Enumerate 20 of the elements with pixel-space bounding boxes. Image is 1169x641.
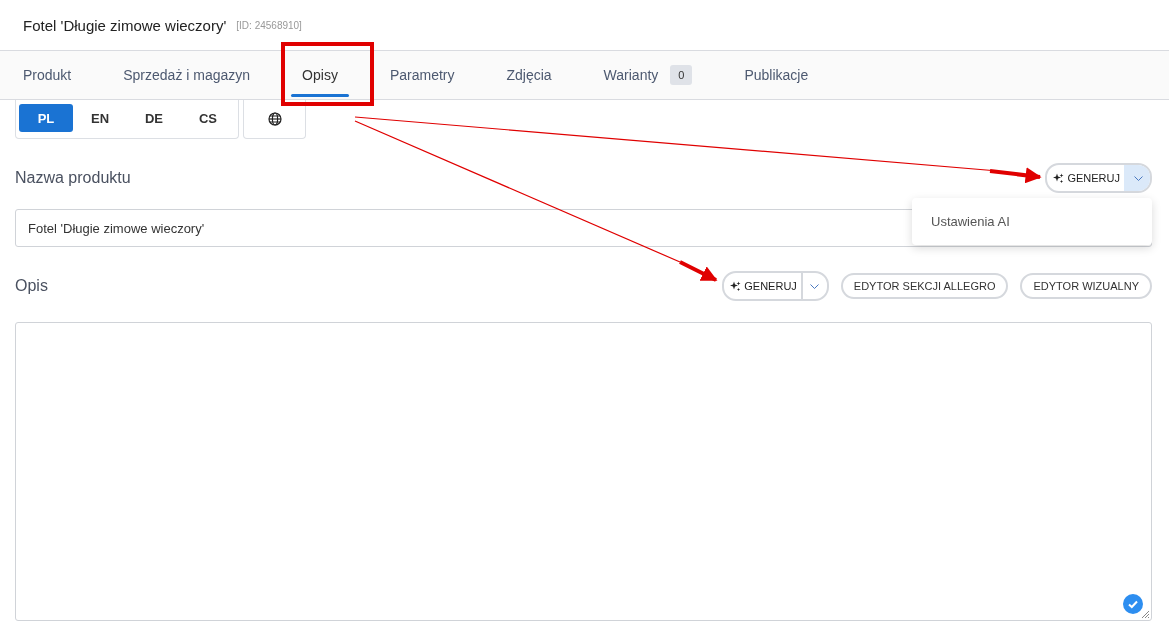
tab[interactable]: Produkt — [12, 51, 83, 99]
language-button[interactable]: DE — [127, 104, 181, 132]
section-label: Nazwa produktu — [15, 169, 131, 187]
product-title: Fotel 'Długie zimowe wieczory' — [23, 16, 227, 34]
generate-button[interactable]: GENERUJ — [724, 273, 801, 299]
language-button[interactable]: CS — [181, 104, 235, 132]
editor-button[interactable]: EDYTOR WIZUALNY — [1020, 273, 1152, 299]
generate-button[interactable]: GENERUJ — [1047, 165, 1124, 191]
count-badge: 0 — [670, 65, 693, 85]
section-label: Opis — [15, 277, 48, 295]
tab[interactable]: Zdjęcia — [495, 51, 563, 99]
tab[interactable]: Publikacje — [733, 51, 820, 99]
tab[interactable]: Warianty 0 — [592, 51, 704, 99]
product-id: [ID: 24568910] — [236, 19, 302, 31]
language-button[interactable]: PL — [19, 104, 73, 132]
editor-button[interactable]: EDYTOR SEKCJI ALLEGRO — [840, 273, 1009, 299]
tab[interactable]: Opisy — [291, 51, 349, 99]
tab[interactable]: Sprzedaż i magazyn — [112, 51, 262, 99]
language-button[interactable]: EN — [73, 104, 127, 132]
tab[interactable]: Parametry — [378, 51, 466, 99]
